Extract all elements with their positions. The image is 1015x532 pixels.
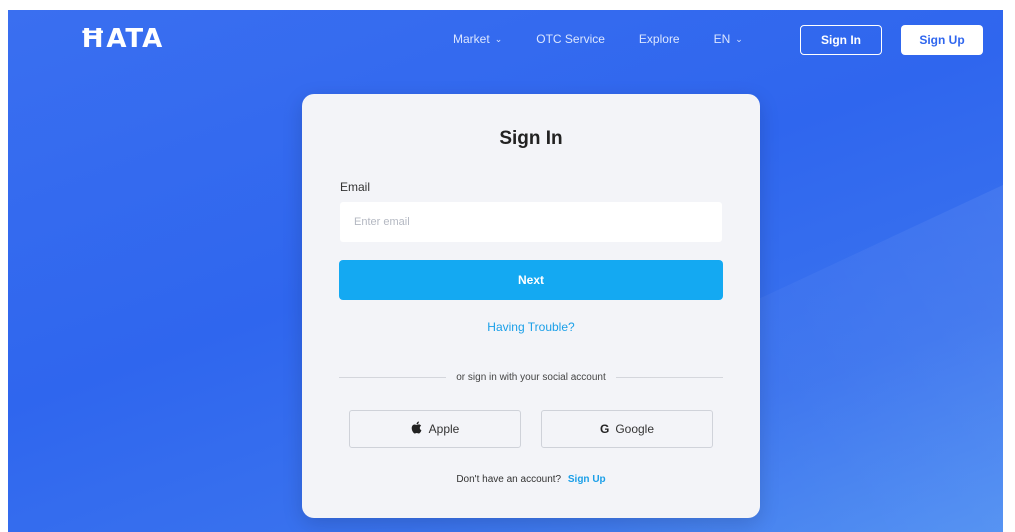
- no-account-text: Don't have an account?: [456, 474, 562, 485]
- nav-explore[interactable]: Explore: [639, 32, 680, 46]
- apple-icon: [411, 421, 423, 437]
- next-button[interactable]: Next: [339, 260, 723, 300]
- nav-otc-service[interactable]: OTC Service: [536, 32, 605, 46]
- apple-sign-in-button[interactable]: Apple: [349, 410, 521, 448]
- chevron-down-icon: ⌄: [735, 33, 743, 44]
- top-nav: Market ⌄ OTC Service Explore EN ⌄: [453, 32, 777, 46]
- language-selector[interactable]: EN ⌄: [714, 32, 743, 46]
- social-divider-text: or sign in with your social account: [456, 372, 606, 383]
- page-background: ĦATA Market ⌄ OTC Service Explore EN ⌄ S…: [8, 10, 1003, 532]
- nav-explore-label: Explore: [638, 32, 680, 46]
- divider-line-right: [615, 377, 723, 378]
- chevron-down-icon: ⌄: [494, 33, 503, 44]
- social-divider: or sign in with your social account: [339, 372, 723, 383]
- header-sign-up-button[interactable]: Sign Up: [901, 25, 983, 55]
- apple-button-label: Apple: [428, 422, 460, 436]
- sign-in-card: Sign In Email Next Having Trouble? or si…: [302, 94, 760, 518]
- google-icon: G: [599, 422, 610, 436]
- nav-market-label: Market: [453, 32, 490, 46]
- header-sign-in-button[interactable]: Sign In: [800, 25, 882, 55]
- divider-line-left: [339, 377, 447, 378]
- apple-icon-svg: [411, 421, 422, 434]
- sign-up-link[interactable]: Sign Up: [568, 474, 606, 485]
- nav-market[interactable]: Market ⌄: [453, 32, 502, 46]
- card-title: Sign In: [499, 128, 563, 149]
- google-sign-in-button[interactable]: G Google: [541, 410, 713, 448]
- email-input[interactable]: [340, 202, 722, 242]
- hata-logo[interactable]: ĦATA: [80, 24, 163, 54]
- sign-up-prompt: Don't have an account? Sign Up: [302, 474, 760, 485]
- language-label: EN: [713, 32, 731, 46]
- google-button-label: Google: [615, 422, 655, 436]
- email-label: Email: [340, 180, 371, 194]
- nav-otc-label: OTC Service: [536, 32, 605, 46]
- having-trouble-link[interactable]: Having Trouble?: [302, 320, 760, 334]
